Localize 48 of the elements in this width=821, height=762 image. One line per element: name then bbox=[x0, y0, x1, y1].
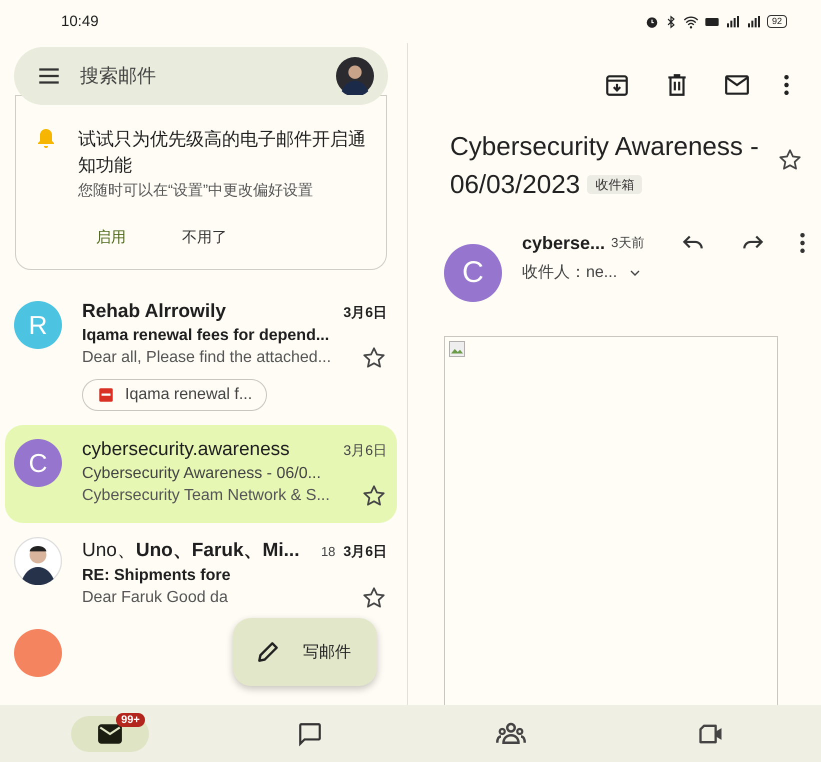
email-subject: RE: Shipments fore bbox=[82, 567, 232, 585]
email-subject: Cybersecurity Awareness - 06/0... bbox=[82, 465, 322, 483]
notification-title: 试试只为优先级高的电子邮件开启通知功能 bbox=[78, 128, 366, 177]
pdf-icon bbox=[97, 386, 115, 404]
recipient-text: 收件人：ne... bbox=[522, 263, 618, 283]
more-icon bbox=[800, 233, 805, 253]
email-preview: Dear Faruk Good da bbox=[82, 589, 228, 607]
clock-time: 10:49 bbox=[61, 13, 99, 30]
nav-tab[interactable]: 99+ bbox=[71, 716, 150, 752]
sender-name: cyberse... bbox=[522, 232, 606, 254]
enable-button[interactable]: 启用 bbox=[88, 224, 134, 251]
avatar: C bbox=[14, 439, 62, 487]
email-row[interactable]: R Rehab Alrrowily 3月6日 Iqama renewal fees for depend... Dear all, Please find the attached... Iqama renewal f... bbox=[5, 287, 397, 425]
pencil-icon bbox=[255, 639, 281, 665]
more-button[interactable] bbox=[784, 75, 789, 95]
attachment-chip[interactable]: Iqama renewal f... bbox=[82, 379, 268, 411]
account-avatar bbox=[336, 57, 374, 95]
thread-count: 18 bbox=[320, 544, 336, 559]
notification-text: 您随时可以在“设置”中更改偏好设置 bbox=[78, 181, 314, 200]
search-field[interactable]: 搜索邮件 bbox=[14, 47, 388, 105]
compose-button[interactable]: 写邮件 bbox=[233, 618, 377, 686]
chat-icon bbox=[297, 720, 324, 746]
sender-names: Rehab Alrrowily bbox=[82, 301, 227, 323]
email-date: 3月6日 bbox=[343, 442, 387, 460]
more-icon bbox=[784, 75, 789, 95]
email-subject: Iqama renewal fees for depend... bbox=[82, 327, 330, 345]
email-row[interactable]: C cybersecurity.awareness 3月6日 Cybersecurity Awareness - 06/0... Cybersecurity Team Network & S... bbox=[5, 425, 397, 523]
wifi-icon bbox=[682, 14, 699, 30]
email-date: 3月6日 bbox=[343, 304, 387, 322]
dismiss-button[interactable]: 不用了 bbox=[174, 224, 235, 251]
sent-time: 3天前 bbox=[611, 234, 646, 252]
signal-icon bbox=[746, 14, 762, 30]
alarm-icon bbox=[644, 14, 659, 28]
sender-avatar: C bbox=[444, 244, 502, 302]
avatar bbox=[14, 537, 62, 585]
signal-icon bbox=[724, 14, 741, 30]
email-date: 3月6日 bbox=[343, 543, 387, 561]
message-title: Cybersecurity Awareness - 06/03/2023 $^{收件箱}$ bbox=[450, 130, 760, 201]
avatar: R bbox=[14, 301, 62, 349]
sender-names: cybersecurity.awareness bbox=[82, 439, 291, 461]
inbox-label: 收件箱 bbox=[587, 175, 642, 194]
battery-level: 92 bbox=[766, 15, 787, 28]
broken-image-icon bbox=[448, 340, 466, 358]
more-button[interactable] bbox=[800, 233, 805, 253]
email-preview: Cybersecurity Team Network & S... bbox=[82, 487, 330, 505]
sender-names: Uno、Uno、Faruk、Mi... bbox=[82, 539, 300, 563]
email-preview: Dear all, Please find the attached... bbox=[82, 349, 332, 367]
unread-badge: 99+ bbox=[116, 712, 145, 726]
